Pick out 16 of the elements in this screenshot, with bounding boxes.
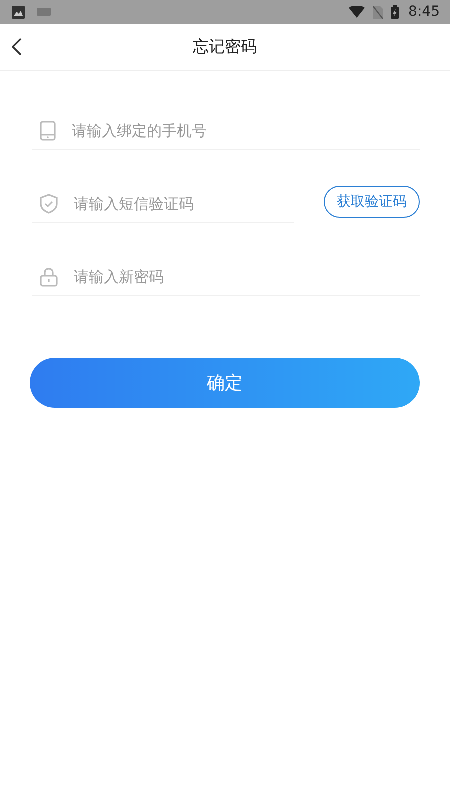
clock-time: 8:45 [408,4,440,20]
wifi-icon [348,6,365,18]
input-field[interactable]: 请输入绑定的手机号 [70,121,412,141]
image-icon [12,6,25,18]
input-field[interactable]: 请输入短信验证码 [72,194,286,214]
lock-icon [40,267,58,287]
confirm-button[interactable]: 确定 [30,358,420,408]
back-button[interactable] [10,36,24,58]
page-title: 忘记密码 [193,36,257,58]
get-code-button[interactable]: 获取验证码 [324,186,420,218]
phone-icon [40,121,56,141]
shield-icon [40,194,58,214]
input-field[interactable]: 请输入新密码 [72,267,412,287]
back-icon [12,38,22,56]
battery-icon [390,5,399,19]
no-sim-icon [372,6,383,18]
